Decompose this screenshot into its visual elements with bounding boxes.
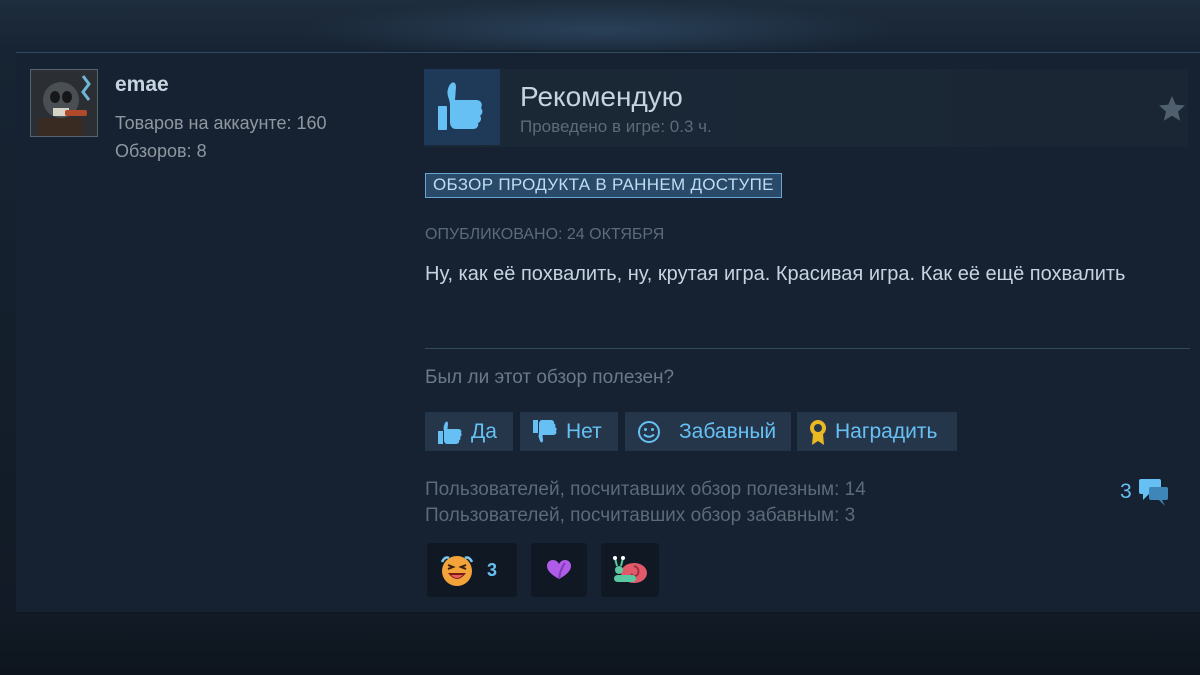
header-background-glow — [300, 0, 900, 50]
award-medal-icon — [810, 419, 826, 445]
early-access-badge: ОБЗОР ПРОДУКТА В РАННЕМ ДОСТУПЕ — [425, 173, 782, 198]
smiley-icon — [638, 420, 660, 443]
vote-yes-button[interactable]: Да — [425, 412, 513, 451]
vote-funny-button[interactable]: Забавный — [625, 412, 791, 451]
posted-date: ОПУБЛИКОВАНО: 24 ОКТЯБРЯ — [425, 226, 665, 243]
playtime: Проведено в игре: 0.3 ч. — [520, 117, 712, 136]
username[interactable]: emae — [115, 73, 169, 97]
vote-no-label: Нет — [566, 419, 602, 443]
award-star-icon[interactable] — [1156, 93, 1188, 125]
reaction-heart[interactable] — [531, 543, 587, 597]
thumbs-up-badge — [424, 69, 500, 145]
reaction-snail[interactable] — [601, 543, 659, 597]
comments-count: 3 — [1120, 480, 1132, 503]
thumbs-up-icon — [438, 421, 462, 444]
avatar-image-icon — [31, 70, 97, 136]
review-text: Ну, как её похвалить, ну, крутая игра. К… — [425, 263, 1126, 285]
laughing-face-icon — [440, 556, 474, 586]
products-count[interactable]: Товаров на аккаунте: 160 — [115, 113, 327, 134]
comments-link[interactable]: 3 — [1120, 477, 1170, 507]
thumbs-down-icon — [533, 419, 557, 442]
avatar[interactable] — [30, 69, 98, 137]
award-label: Наградить — [835, 419, 938, 443]
funny-count: Пользователей, посчитавших обзор забавны… — [425, 505, 856, 526]
vote-funny-label: Забавный — [679, 419, 777, 443]
reaction-count: 3 — [487, 559, 498, 580]
helpful-question: Был ли этот обзор полезен? — [425, 367, 675, 388]
recommendation-header: Рекомендую Проведено в игре: 0.3 ч. — [424, 69, 1188, 147]
divider — [425, 348, 1190, 349]
award-button[interactable]: Наградить — [797, 412, 957, 451]
snail-icon — [613, 556, 647, 583]
purple-heart-icon — [547, 560, 571, 580]
card-bottom-border — [16, 612, 1200, 613]
helpful-count: Пользователей, посчитавших обзор полезны… — [425, 479, 866, 500]
vote-yes-label: Да — [471, 419, 497, 443]
review-card: emae Товаров на аккаунте: 160 Обзоров: 8… — [16, 52, 1200, 613]
vote-no-button[interactable]: Нет — [520, 412, 618, 451]
thumbs-up-icon — [438, 82, 483, 130]
reviews-count[interactable]: Обзоров: 8 — [115, 141, 207, 162]
recommendation-title: Рекомендую — [520, 81, 683, 112]
reaction-laughing[interactable]: 3 — [427, 543, 517, 597]
comment-bubbles-icon — [1138, 479, 1168, 506]
